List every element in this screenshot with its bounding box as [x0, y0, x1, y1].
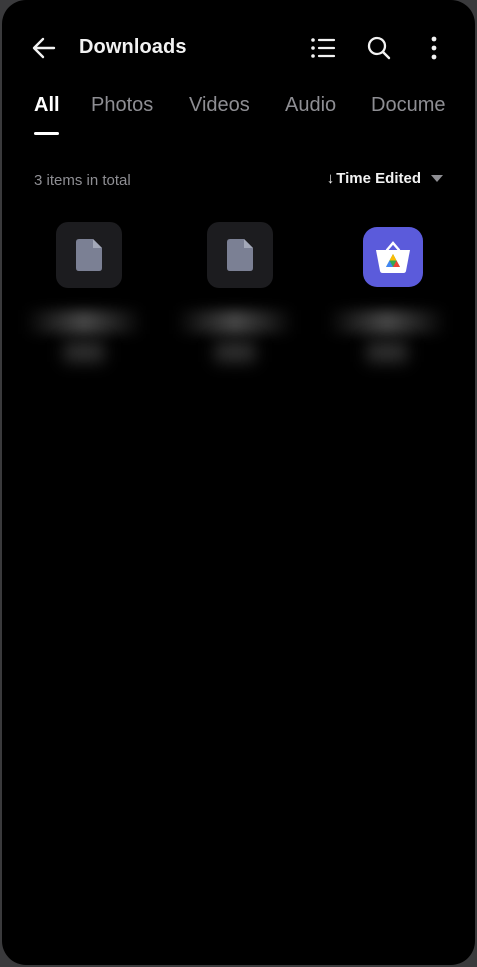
search-button[interactable] [359, 28, 399, 68]
sort-label: Time Edited [336, 170, 421, 187]
file-thumbnail [363, 227, 423, 287]
category-tabs: All Photos Videos Audio Docume [2, 94, 475, 144]
more-vertical-icon [431, 36, 437, 60]
search-icon [367, 36, 391, 60]
file-meta-redacted [64, 342, 104, 362]
active-tab-indicator [34, 132, 59, 135]
page-title: Downloads [79, 36, 187, 58]
file-item[interactable] [24, 222, 144, 392]
list-view-button[interactable] [303, 28, 343, 68]
file-meta-redacted [215, 342, 255, 362]
file-item[interactable] [175, 222, 295, 392]
document-icon [76, 239, 102, 271]
file-item[interactable] [327, 222, 447, 392]
items-count: 3 items in total [34, 172, 131, 189]
file-name-redacted [175, 310, 295, 334]
file-name-redacted [327, 310, 447, 334]
file-thumbnail [56, 222, 122, 288]
back-button[interactable] [24, 28, 64, 68]
file-grid [2, 222, 475, 422]
tab-videos[interactable]: Videos [189, 94, 250, 117]
tab-photos[interactable]: Photos [91, 94, 153, 117]
sort-selector[interactable]: ↓ Time Edited [327, 170, 443, 187]
document-icon [227, 239, 253, 271]
more-options-button[interactable] [414, 28, 454, 68]
tab-audio[interactable]: Audio [285, 94, 336, 117]
file-thumbnail [207, 222, 273, 288]
tab-documents[interactable]: Docume [371, 94, 445, 117]
sort-direction-icon: ↓ [326, 170, 335, 187]
top-app-bar: Downloads [2, 0, 475, 96]
chevron-down-icon [431, 170, 443, 187]
list-icon [311, 38, 336, 58]
file-name-redacted [24, 310, 144, 334]
arrow-left-icon [32, 37, 56, 59]
tab-all[interactable]: All [34, 94, 60, 117]
file-meta-redacted [367, 342, 407, 362]
app-store-icon [376, 241, 410, 273]
screen: Downloads All Photos Videos Audio Docume… [2, 0, 475, 965]
